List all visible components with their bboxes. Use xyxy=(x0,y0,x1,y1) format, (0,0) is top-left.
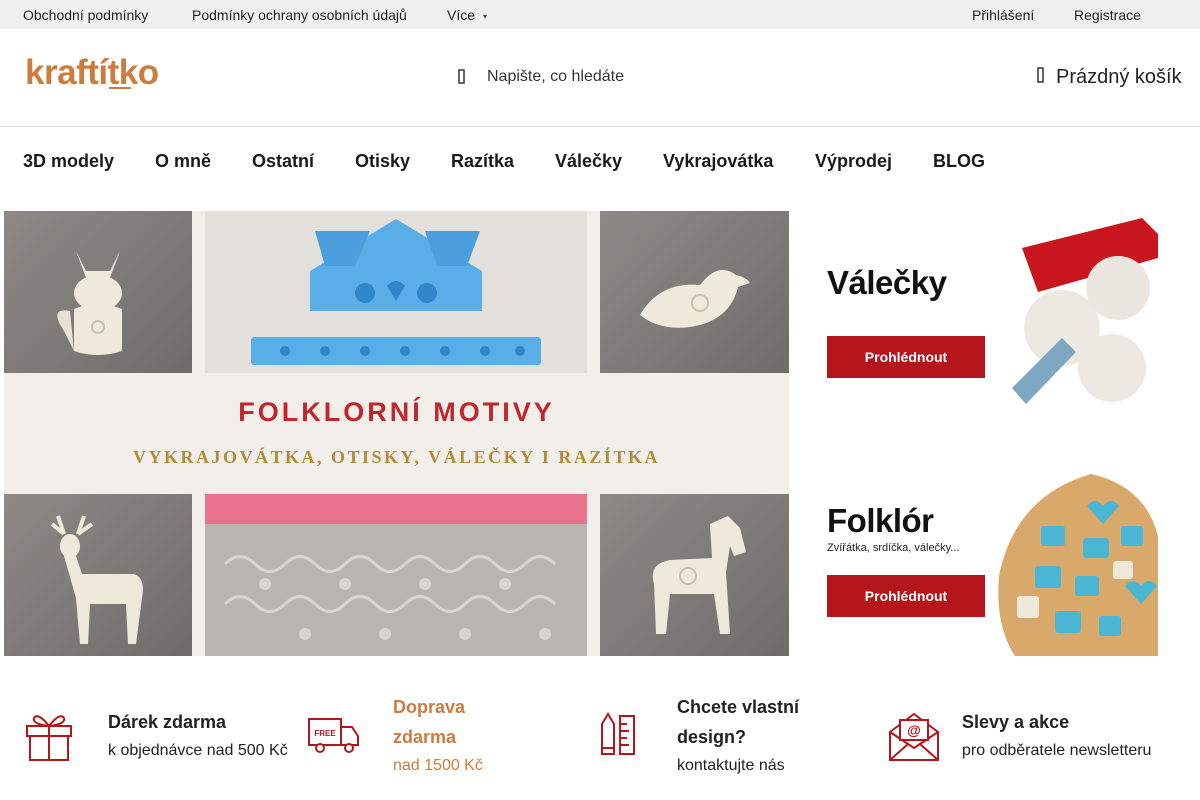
photo-roller xyxy=(205,494,587,656)
link-privacy[interactable]: Podmínky ochrany osobních údajů xyxy=(192,7,407,23)
design-pencil-ruler-icon xyxy=(601,712,635,755)
top-bar: Obchodní podmínky Podmínky ochrany osobn… xyxy=(0,0,1200,29)
hero-banner[interactable]: FOLKLORNÍ MOTIVY VYKRAJOVÁTKA, OTISKY, V… xyxy=(4,211,789,656)
banner-rollers-button[interactable]: Prohlédnout xyxy=(827,336,985,378)
banner-folklore[interactable]: Folklór Zvířátka, srdíčka, válečky... Pr… xyxy=(827,466,1158,656)
feature-newsletter[interactable]: @ Slevy a akce pro odběratele newsletter… xyxy=(886,692,1186,788)
folklore-board-icon xyxy=(998,474,1158,656)
login-link[interactable]: Přihlášení xyxy=(972,7,1034,23)
logo-text: kraftítko xyxy=(25,53,159,92)
nav-item-rollers[interactable]: Válečky xyxy=(555,151,622,172)
header: kraftítko Napište, co hledáte Prázdný ko… xyxy=(0,29,1200,127)
search-input[interactable]: Napište, co hledáte xyxy=(452,59,752,95)
feature-newsletter-text: pro odběratele newsletteru xyxy=(962,742,1152,759)
photo-horse-cutter xyxy=(600,494,789,656)
feature-free-gift: Dárek zdarma k objednávce nad 500 Kč xyxy=(22,692,302,788)
search-placeholder: Napište, co hledáte xyxy=(487,68,624,85)
nav-item-sale[interactable]: Výprodej xyxy=(815,151,892,172)
deer-icon xyxy=(50,515,143,644)
feature-custom-design[interactable]: Chcete vlastní design? kontaktujte nás xyxy=(596,692,876,788)
logo[interactable]: kraftítko xyxy=(25,51,185,95)
nav-item-blog[interactable]: BLOG xyxy=(933,151,985,172)
banner-folklore-button[interactable]: Prohlédnout xyxy=(827,575,985,617)
chevron-down-icon: ▾ xyxy=(483,11,488,21)
main-nav: 3D modely O mně Ostatní Otisky Razítka V… xyxy=(0,127,1200,193)
svg-text:FREE: FREE xyxy=(314,729,336,738)
feature-free-shipping-text: nad 1500 Kč xyxy=(393,757,483,774)
link-more[interactable]: Více ▾ xyxy=(447,7,487,23)
search-icon xyxy=(458,69,465,84)
feature-free-shipping-title-line-2: zdarma xyxy=(393,727,457,747)
cart-icon xyxy=(1037,67,1044,83)
feature-free-gift-text: k objednávce nad 500 Kč xyxy=(108,742,288,759)
feature-free-shipping[interactable]: FREE Doprava zdarma nad 1500 Kč xyxy=(306,692,586,788)
link-more-label: Více xyxy=(447,7,476,23)
feature-custom-design-title-line-2: design? xyxy=(677,727,747,747)
banner-folklore-title: Folklór xyxy=(827,502,934,539)
feature-newsletter-title: Slevy a akce xyxy=(962,712,1070,732)
link-terms[interactable]: Obchodní podmínky xyxy=(23,7,148,23)
fox-icon xyxy=(57,251,122,355)
svg-text:@: @ xyxy=(907,722,921,738)
photo-bird-cutter xyxy=(600,211,789,373)
banner-rollers-title: Válečky xyxy=(827,264,947,301)
hero-subtitle: VYKRAJOVÁTKA, OTISKY, VÁLEČKY I RAZÍTKA xyxy=(133,447,660,467)
photo-fox-cutter xyxy=(4,211,192,373)
banner-rollers[interactable]: Válečky Prohlédnout xyxy=(827,218,1158,408)
cart-label: Prázdný košík xyxy=(1056,66,1182,88)
roller-pattern-icon xyxy=(205,494,587,640)
banner-folklore-subtitle: Zvířátka, srdíčka, válečky... xyxy=(827,542,960,554)
folk-pattern-cutters-icon xyxy=(251,219,541,365)
logo-underline xyxy=(109,87,131,89)
hero-title: FOLKLORNÍ MOTIVY xyxy=(238,397,555,427)
photo-blue-cutters xyxy=(205,211,587,373)
nav-item-stamps[interactable]: Razítka xyxy=(451,151,514,172)
feature-free-gift-title: Dárek zdarma xyxy=(108,712,227,732)
photo-deer-cutter xyxy=(4,494,192,656)
register-link[interactable]: Registrace xyxy=(1074,7,1141,23)
nav-item-cutters[interactable]: Vykrajovátka xyxy=(663,151,773,172)
bird-icon xyxy=(640,269,750,328)
feature-free-shipping-title-line-1: Doprava xyxy=(393,697,466,717)
rollers-product-icon xyxy=(1002,218,1158,408)
nav-item-about[interactable]: O mně xyxy=(155,151,211,172)
gift-icon xyxy=(26,715,72,761)
nav-item-imprints[interactable]: Otisky xyxy=(355,151,410,172)
feature-custom-design-title-line-1: Chcete vlastní xyxy=(677,697,800,717)
horse-icon xyxy=(652,516,746,634)
feature-custom-design-text: kontaktujte nás xyxy=(677,757,785,774)
nav-item-other[interactable]: Ostatní xyxy=(252,151,314,172)
newsletter-envelope-icon: @ xyxy=(889,712,939,761)
nav-item-3d-models[interactable]: 3D modely xyxy=(23,151,114,172)
free-delivery-truck-icon: FREE xyxy=(308,718,359,753)
